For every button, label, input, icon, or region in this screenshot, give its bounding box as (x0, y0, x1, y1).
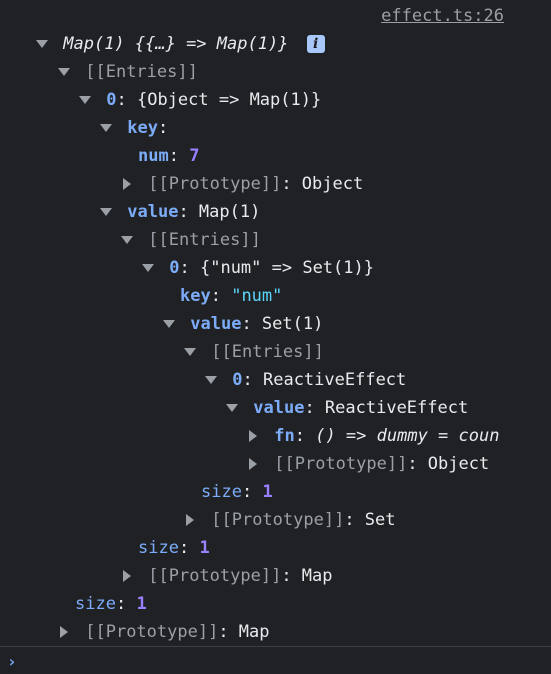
tree-row-key: key: "num" (180, 286, 283, 306)
property-value: () => dummy = coun (315, 426, 500, 446)
collapse-triangle-icon[interactable] (120, 562, 134, 590)
tree-row-value[interactable]: value: ReactiveEffect (0, 394, 551, 422)
property-key: size (201, 482, 242, 502)
tree-row-size: size: 1 (75, 594, 147, 614)
console-prompt[interactable]: › (0, 646, 551, 674)
tree-row-entry-0[interactable]: 0: {Object => Map(1)} (0, 86, 551, 114)
console-object-tree: Map(1) {{…} => Map(1)} i [[Entries]] 0: … (0, 30, 551, 646)
collapse-triangle-icon[interactable] (120, 170, 134, 198)
entry-index: 0 (106, 90, 117, 110)
property-value: Set (364, 510, 396, 530)
tree-row-prototype[interactable]: [[Prototype]]: Object (0, 170, 551, 198)
info-icon[interactable]: i (306, 35, 325, 53)
expand-triangle-icon[interactable] (162, 310, 176, 338)
object-preview: Map(1) {{…} => Map(1)} (63, 34, 289, 54)
tree-row-prototype[interactable]: [[Prototype]]: Object (0, 450, 551, 478)
property-value: 1 (262, 482, 273, 502)
tree-row-entries[interactable]: [[Entries]] (0, 58, 551, 86)
tree-row-num: num: 7 (138, 146, 200, 166)
property-key: num (138, 146, 169, 166)
collapse-triangle-icon[interactable] (57, 618, 71, 646)
property-key: [[Prototype]] (148, 566, 282, 586)
expand-triangle-icon[interactable] (204, 366, 218, 394)
property-key: value (190, 314, 242, 334)
entry-index: 0 (232, 370, 243, 390)
property-value: 1 (199, 538, 210, 558)
entry-value: {"num" => Set(1)} (199, 258, 374, 278)
property-key: [[Prototype]] (85, 622, 219, 642)
property-value: ReactiveEffect (324, 398, 469, 418)
expand-triangle-icon[interactable] (78, 86, 92, 114)
expand-triangle-icon[interactable] (225, 394, 239, 422)
tree-row-fn[interactable]: fn: () => dummy = coun (0, 422, 551, 450)
tree-row-prototype[interactable]: [[Prototype]]: Set (0, 506, 551, 534)
property-value: Set(1) (261, 314, 324, 334)
property-key: fn (274, 426, 295, 446)
entries-label: [[Entries]] (85, 62, 198, 82)
expand-triangle-icon[interactable] (35, 30, 49, 58)
entries-label: [[Entries]] (148, 230, 261, 250)
property-value: Map (238, 622, 270, 642)
property-value: "num" (231, 286, 283, 306)
collapse-triangle-icon[interactable] (246, 450, 260, 478)
property-value: 1 (136, 594, 147, 614)
property-value: Map (301, 566, 333, 586)
property-key: value (127, 202, 179, 222)
tree-row-entries[interactable]: [[Entries]] (0, 226, 551, 254)
expand-triangle-icon[interactable] (99, 198, 113, 226)
tree-row-entries[interactable]: [[Entries]] (0, 338, 551, 366)
property-value: Map(1) (198, 202, 261, 222)
expand-triangle-icon[interactable] (183, 338, 197, 366)
prompt-chevron-icon: › (7, 652, 17, 671)
property-value: Object (301, 174, 364, 194)
expand-triangle-icon[interactable] (120, 226, 134, 254)
tree-row-root[interactable]: Map(1) {{…} => Map(1)} i (0, 30, 551, 58)
expand-triangle-icon[interactable] (57, 58, 71, 86)
entry-value: {Object => Map(1)} (136, 90, 322, 110)
entry-value: ReactiveEffect (262, 370, 407, 390)
tree-row-prototype[interactable]: [[Prototype]]: Map (0, 562, 551, 590)
property-key: [[Prototype]] (211, 510, 345, 530)
property-key: key (127, 118, 158, 138)
tree-row-value[interactable]: value: Set(1) (0, 310, 551, 338)
property-key: [[Prototype]] (274, 454, 408, 474)
tree-row-prototype[interactable]: [[Prototype]]: Map (0, 618, 551, 646)
expand-triangle-icon[interactable] (141, 254, 155, 282)
tree-row-entry-0[interactable]: 0: ReactiveEffect (0, 366, 551, 394)
tree-row-size: size: 1 (138, 538, 210, 558)
collapse-triangle-icon[interactable] (246, 422, 260, 450)
property-key: size (138, 538, 179, 558)
collapse-triangle-icon[interactable] (183, 506, 197, 534)
property-key: size (75, 594, 116, 614)
property-value: Object (427, 454, 490, 474)
tree-row-key[interactable]: key: (0, 114, 551, 142)
property-key: value (253, 398, 305, 418)
tree-row-size: size: 1 (201, 482, 273, 502)
expand-triangle-icon[interactable] (99, 114, 113, 142)
tree-row-value[interactable]: value: Map(1) (0, 198, 551, 226)
property-key: [[Prototype]] (148, 174, 282, 194)
property-value: 7 (189, 146, 200, 166)
source-link[interactable]: effect.ts:26 (381, 6, 504, 26)
tree-row-entry-0[interactable]: 0: {"num" => Set(1)} (0, 254, 551, 282)
entries-label: [[Entries]] (211, 342, 324, 362)
property-key: key (180, 286, 211, 306)
entry-index: 0 (169, 258, 180, 278)
